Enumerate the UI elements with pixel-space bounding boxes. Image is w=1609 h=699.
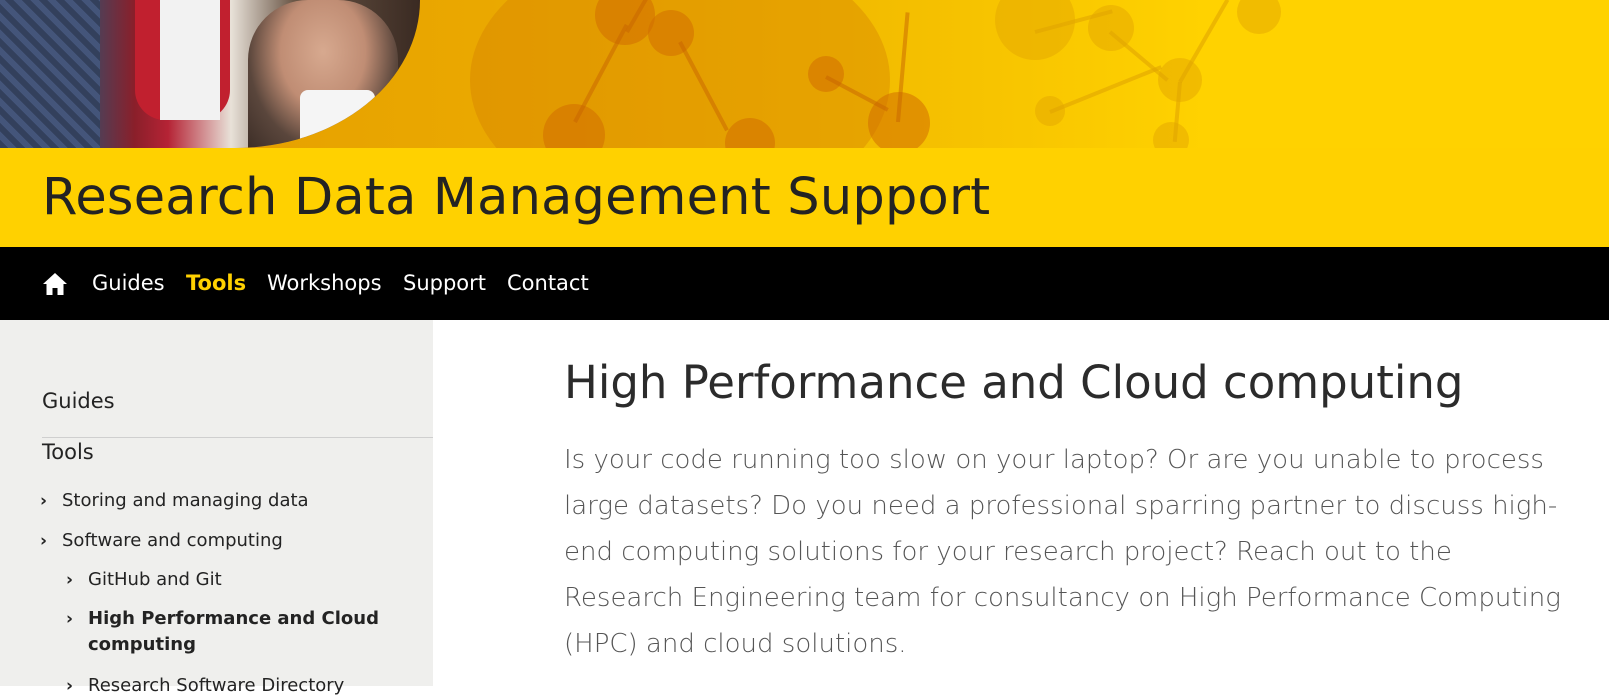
sidebar-item-software-computing[interactable]: › Software and computing: [40, 528, 283, 554]
nav-item-contact[interactable]: Contact: [507, 271, 589, 295]
home-icon[interactable]: [42, 272, 68, 296]
site-title-bar: Research Data Management Support: [0, 148, 1609, 247]
hero-banner: [0, 0, 1609, 148]
hero-molecule-link: [1049, 65, 1163, 114]
sidebar-item-label: Software and computing: [62, 530, 283, 551]
hero-photo-collar: [300, 90, 375, 148]
hero-molecule-node: [648, 10, 694, 56]
nav-item-workshops[interactable]: Workshops: [267, 271, 382, 295]
site-title[interactable]: Research Data Management Support: [42, 168, 990, 227]
hero-molecule-node: [1237, 0, 1281, 34]
chevron-right-icon: ›: [40, 491, 48, 511]
sidebar-item-label: GitHub and Git: [88, 569, 222, 590]
sidebar-item-hpc-cloud[interactable]: › High Performance and Cloud computing: [66, 606, 388, 658]
hero-molecule-node: [808, 56, 844, 92]
sidebar-item-label: High Performance and Cloud computing: [88, 608, 379, 655]
chevron-right-icon: ›: [66, 676, 74, 696]
chevron-right-icon: ›: [40, 531, 48, 551]
chevron-right-icon: ›: [66, 609, 74, 629]
hero-photo: [0, 0, 420, 148]
hero-molecule-node: [1153, 122, 1189, 148]
hero-photo-shirt: [160, 0, 220, 120]
sidebar: Guides Tools › Storing and managing data…: [0, 320, 433, 696]
sidebar-section-tools[interactable]: Tools: [42, 440, 94, 464]
intro-paragraph: Is your code running too slow on your la…: [564, 445, 1561, 659]
nav-item-guides[interactable]: Guides: [92, 271, 165, 295]
sidebar-item-research-software-directory[interactable]: › Research Software Directory: [66, 673, 344, 699]
sidebar-item-storing-data[interactable]: › Storing and managing data: [40, 488, 309, 514]
nav-item-support[interactable]: Support: [403, 271, 486, 295]
sidebar-section-guides[interactable]: Guides: [42, 389, 115, 413]
page-title: High Performance and Cloud computing: [564, 356, 1464, 409]
hero-molecule-link: [1178, 0, 1230, 84]
sidebar-divider: [42, 437, 433, 438]
chevron-right-icon: ›: [66, 570, 74, 590]
hero-photo-person-left: [0, 0, 100, 148]
sidebar-item-github-git[interactable]: › GitHub and Git: [66, 567, 222, 593]
nav-item-tools[interactable]: Tools: [186, 271, 246, 295]
sidebar-item-label: Storing and managing data: [62, 490, 309, 511]
main-nav: Guides Tools Workshops Support Contact: [0, 247, 1609, 320]
